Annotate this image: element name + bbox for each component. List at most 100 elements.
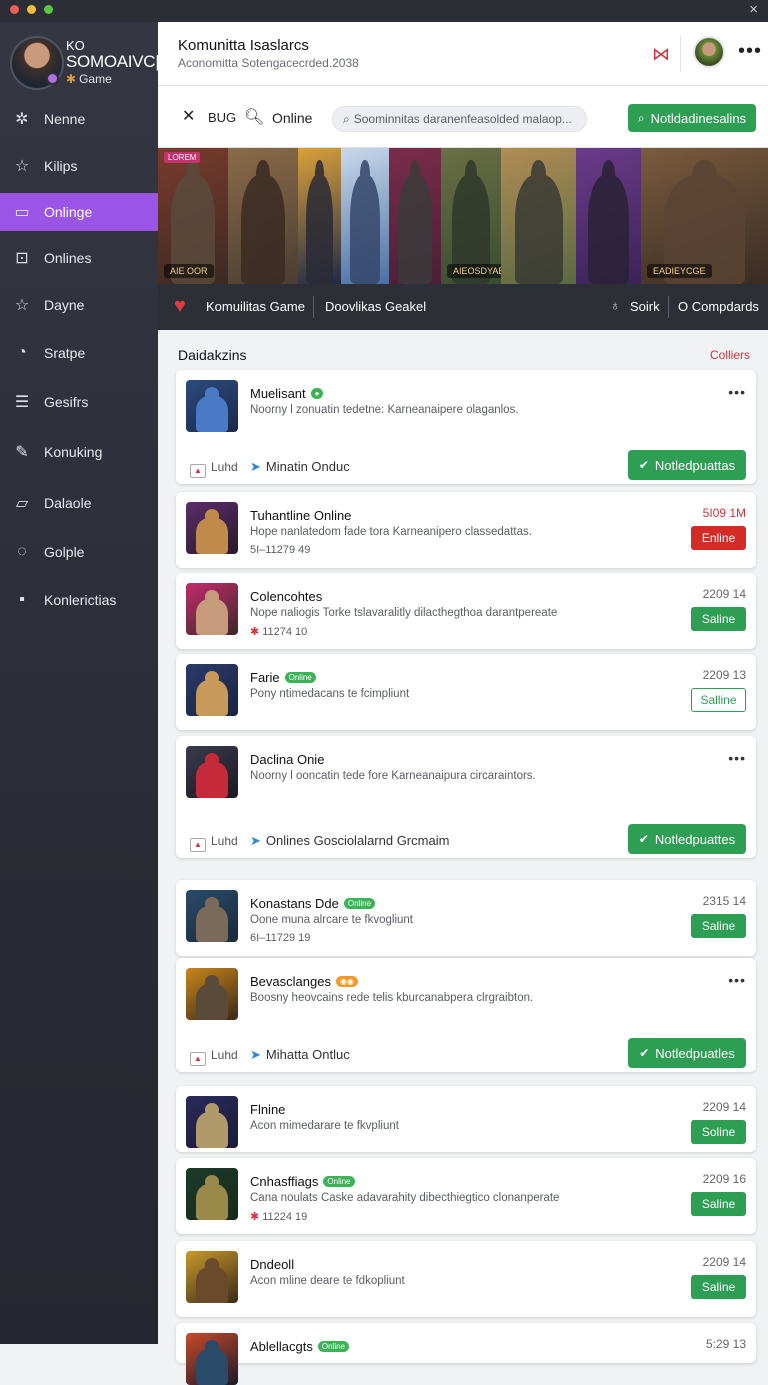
card-title[interactable]: Dndeoll [250, 1257, 294, 1272]
game-thumbnail[interactable] [186, 502, 238, 554]
page-header: Komunitta Isaslarcs Aconomitta Sotengace… [158, 22, 768, 86]
game-card[interactable]: Daclina Onie Noorny l ooncatin tede fore … [176, 736, 756, 858]
sidebar-item[interactable]: ☆ Kilips [0, 147, 158, 185]
banner-tile[interactable]: EADIEYCGE [641, 148, 768, 284]
bug-filter[interactable]: BUG [208, 110, 236, 125]
card-action-button[interactable]: Salline [691, 688, 746, 712]
game-card[interactable]: Konastans Dde Online Oone muna alrcare te … [176, 880, 756, 956]
sidebar-item[interactable]: ✲ Nenne [0, 100, 158, 138]
sidebar-item[interactable]: ⊡ Onlines [0, 239, 158, 277]
status-badge: ◉◉ [335, 976, 358, 987]
game-thumbnail[interactable] [186, 1168, 238, 1220]
card-footer-left[interactable]: ▲ Luhd [190, 1048, 238, 1066]
sidebar-item[interactable]: ▭ Onlinge [0, 193, 158, 231]
game-thumbnail[interactable] [186, 664, 238, 716]
card-date: 2209 16 [702, 1172, 746, 1186]
card-primary-button[interactable]: ✔ Notledpuattes [628, 824, 746, 854]
more-icon[interactable]: ••• [738, 40, 762, 63]
card-description: Acon mimedarare te fkvpliunt [250, 1120, 399, 1132]
card-title[interactable]: Daclina Onie [250, 752, 324, 767]
banner-tile[interactable]: AIEOSDYAEIE [441, 148, 501, 284]
search-input[interactable]: ⌕ Soominnitas daranenfeasolded malaop... [332, 106, 587, 132]
game-thumbnail[interactable] [186, 380, 238, 432]
card-action-button[interactable]: Soline [691, 1120, 746, 1144]
card-title[interactable]: Konastans Dde Online [250, 896, 376, 911]
card-title[interactable]: Cnhasffiags Online [250, 1174, 355, 1189]
section-link[interactable]: Colliers [710, 348, 750, 362]
banner-tile[interactable] [298, 148, 341, 284]
banner-tile[interactable] [501, 148, 576, 284]
game-thumbnail[interactable] [186, 890, 238, 942]
sidebar-item[interactable]: ☰ Gesifrs [0, 383, 158, 421]
game-card[interactable]: Cnhasffiags Online Cana noulats Caske adav… [176, 1158, 756, 1234]
more-icon[interactable]: ••• [728, 750, 746, 766]
game-thumbnail[interactable] [186, 968, 238, 1020]
sidebar-item[interactable]: ◔ Sratpe [0, 334, 158, 372]
game-card[interactable]: Farie Online Pony ntimedacans te fcimpliun… [176, 654, 756, 730]
game-card[interactable]: Tuhantline Online Hope nanlatedom fade to… [176, 492, 756, 568]
game-thumbnail[interactable] [186, 1333, 238, 1385]
close-icon[interactable]: × [749, 1, 758, 18]
close-icon[interactable]: ✕ [182, 106, 195, 126]
online-filter[interactable]: Online [272, 110, 312, 126]
tab-second[interactable]: Doovlikas Geakel [325, 299, 426, 314]
card-title[interactable]: Flnine [250, 1102, 285, 1117]
sidebar-item[interactable]: ◌ Golple [0, 533, 158, 571]
game-thumbnail[interactable] [186, 583, 238, 635]
card-footer-link[interactable]: ➤ Mihatta Ontluc [250, 1047, 350, 1063]
card-footer-link[interactable]: ➤ Onlines Gosciolalarnd Grcmaim [250, 833, 449, 849]
more-icon[interactable]: ••• [728, 384, 746, 400]
card-action-button[interactable]: Saline [691, 607, 746, 631]
search-icon[interactable]: 🔍︎ [244, 107, 264, 127]
game-card[interactable]: Colencohtes Nope naliogis Torke tslavaral… [176, 573, 756, 649]
card-action-button[interactable]: Saline [691, 1275, 746, 1299]
sidebar-item[interactable]: ▱ Dalaole [0, 484, 158, 522]
game-thumbnail[interactable] [186, 746, 238, 798]
game-thumbnail[interactable] [186, 1096, 238, 1148]
brand-icon[interactable]: ⋈ [652, 44, 670, 65]
card-title[interactable]: Ablellacgts Online [250, 1339, 349, 1354]
sidebar-item[interactable]: ✎ Konuking [0, 433, 158, 471]
card-primary-button[interactable]: ✔ Notledpuattas [628, 450, 746, 480]
more-icon[interactable]: ••• [728, 972, 746, 988]
game-thumbnail[interactable] [186, 1251, 238, 1303]
card-meta-text: 11274 10 [262, 626, 308, 638]
sidebar-item[interactable]: ☆ Dayne [0, 286, 158, 324]
game-card[interactable]: Muelisant ● Noorny l zonuatin tedetne: Kar… [176, 370, 756, 484]
character-art [240, 160, 286, 284]
user-profile[interactable]: KO SOMOAIVC| ✱ Game [10, 36, 160, 100]
card-title[interactable]: Colencohtes [250, 589, 322, 604]
card-action-button[interactable]: Saline [691, 914, 746, 938]
banner-tile[interactable]: LOREM AIE OOR [158, 148, 228, 284]
card-date: 2209 13 [702, 668, 746, 682]
game-card[interactable]: Dndeoll Acon mline deare te fdkopliunt 220… [176, 1241, 756, 1317]
banner-tile[interactable] [228, 148, 298, 284]
window-minimize-dot[interactable] [27, 5, 36, 14]
card-primary-button[interactable]: ✔ Notledpuatles [628, 1038, 746, 1068]
banner-tile[interactable] [341, 148, 389, 284]
window-close-dot[interactable] [10, 5, 19, 14]
window-maximize-dot[interactable] [44, 5, 53, 14]
card-title[interactable]: Farie Online [250, 670, 316, 685]
header-avatar[interactable] [693, 36, 725, 68]
card-footer-left[interactable]: ▲ Luhd [190, 460, 238, 478]
banner-tile[interactable] [389, 148, 441, 284]
tab-sort[interactable]: Soirk [630, 299, 660, 314]
thumbnail-figure [196, 1266, 228, 1303]
card-footer-link[interactable]: ➤ Minatin Onduc [250, 459, 350, 475]
game-card[interactable]: Bevasclanges ◉◉ Boosny heovcains rede teli… [176, 958, 756, 1072]
banner-tile[interactable] [576, 148, 641, 284]
card-footer-left[interactable]: ▲ Luhd [190, 834, 238, 852]
sidebar-item[interactable]: ▪ Konlerictias [0, 581, 158, 619]
card-action-button[interactable]: Enline [691, 526, 746, 550]
game-card[interactable]: Flnine Acon mimedarare te fkvpliunt 2209 1… [176, 1086, 756, 1152]
primary-action-button[interactable]: ⌕ Notldadinesalins [628, 104, 756, 132]
card-action-button[interactable]: Saline [691, 1192, 746, 1216]
tab-community-game[interactable]: Komuilitas Game [206, 299, 305, 314]
featured-banner[interactable]: LOREM AIE OOR AIEOSDYAEIE EADIEYCGE [158, 148, 768, 284]
card-title[interactable]: Bevasclanges ◉◉ [250, 974, 358, 989]
game-card[interactable]: Ablellacgts Online 5:29 13 [176, 1323, 756, 1385]
tab-compare[interactable]: O Compdards [678, 299, 759, 314]
card-title[interactable]: Tuhantline Online [250, 508, 351, 523]
card-title[interactable]: Muelisant ● [250, 386, 324, 401]
